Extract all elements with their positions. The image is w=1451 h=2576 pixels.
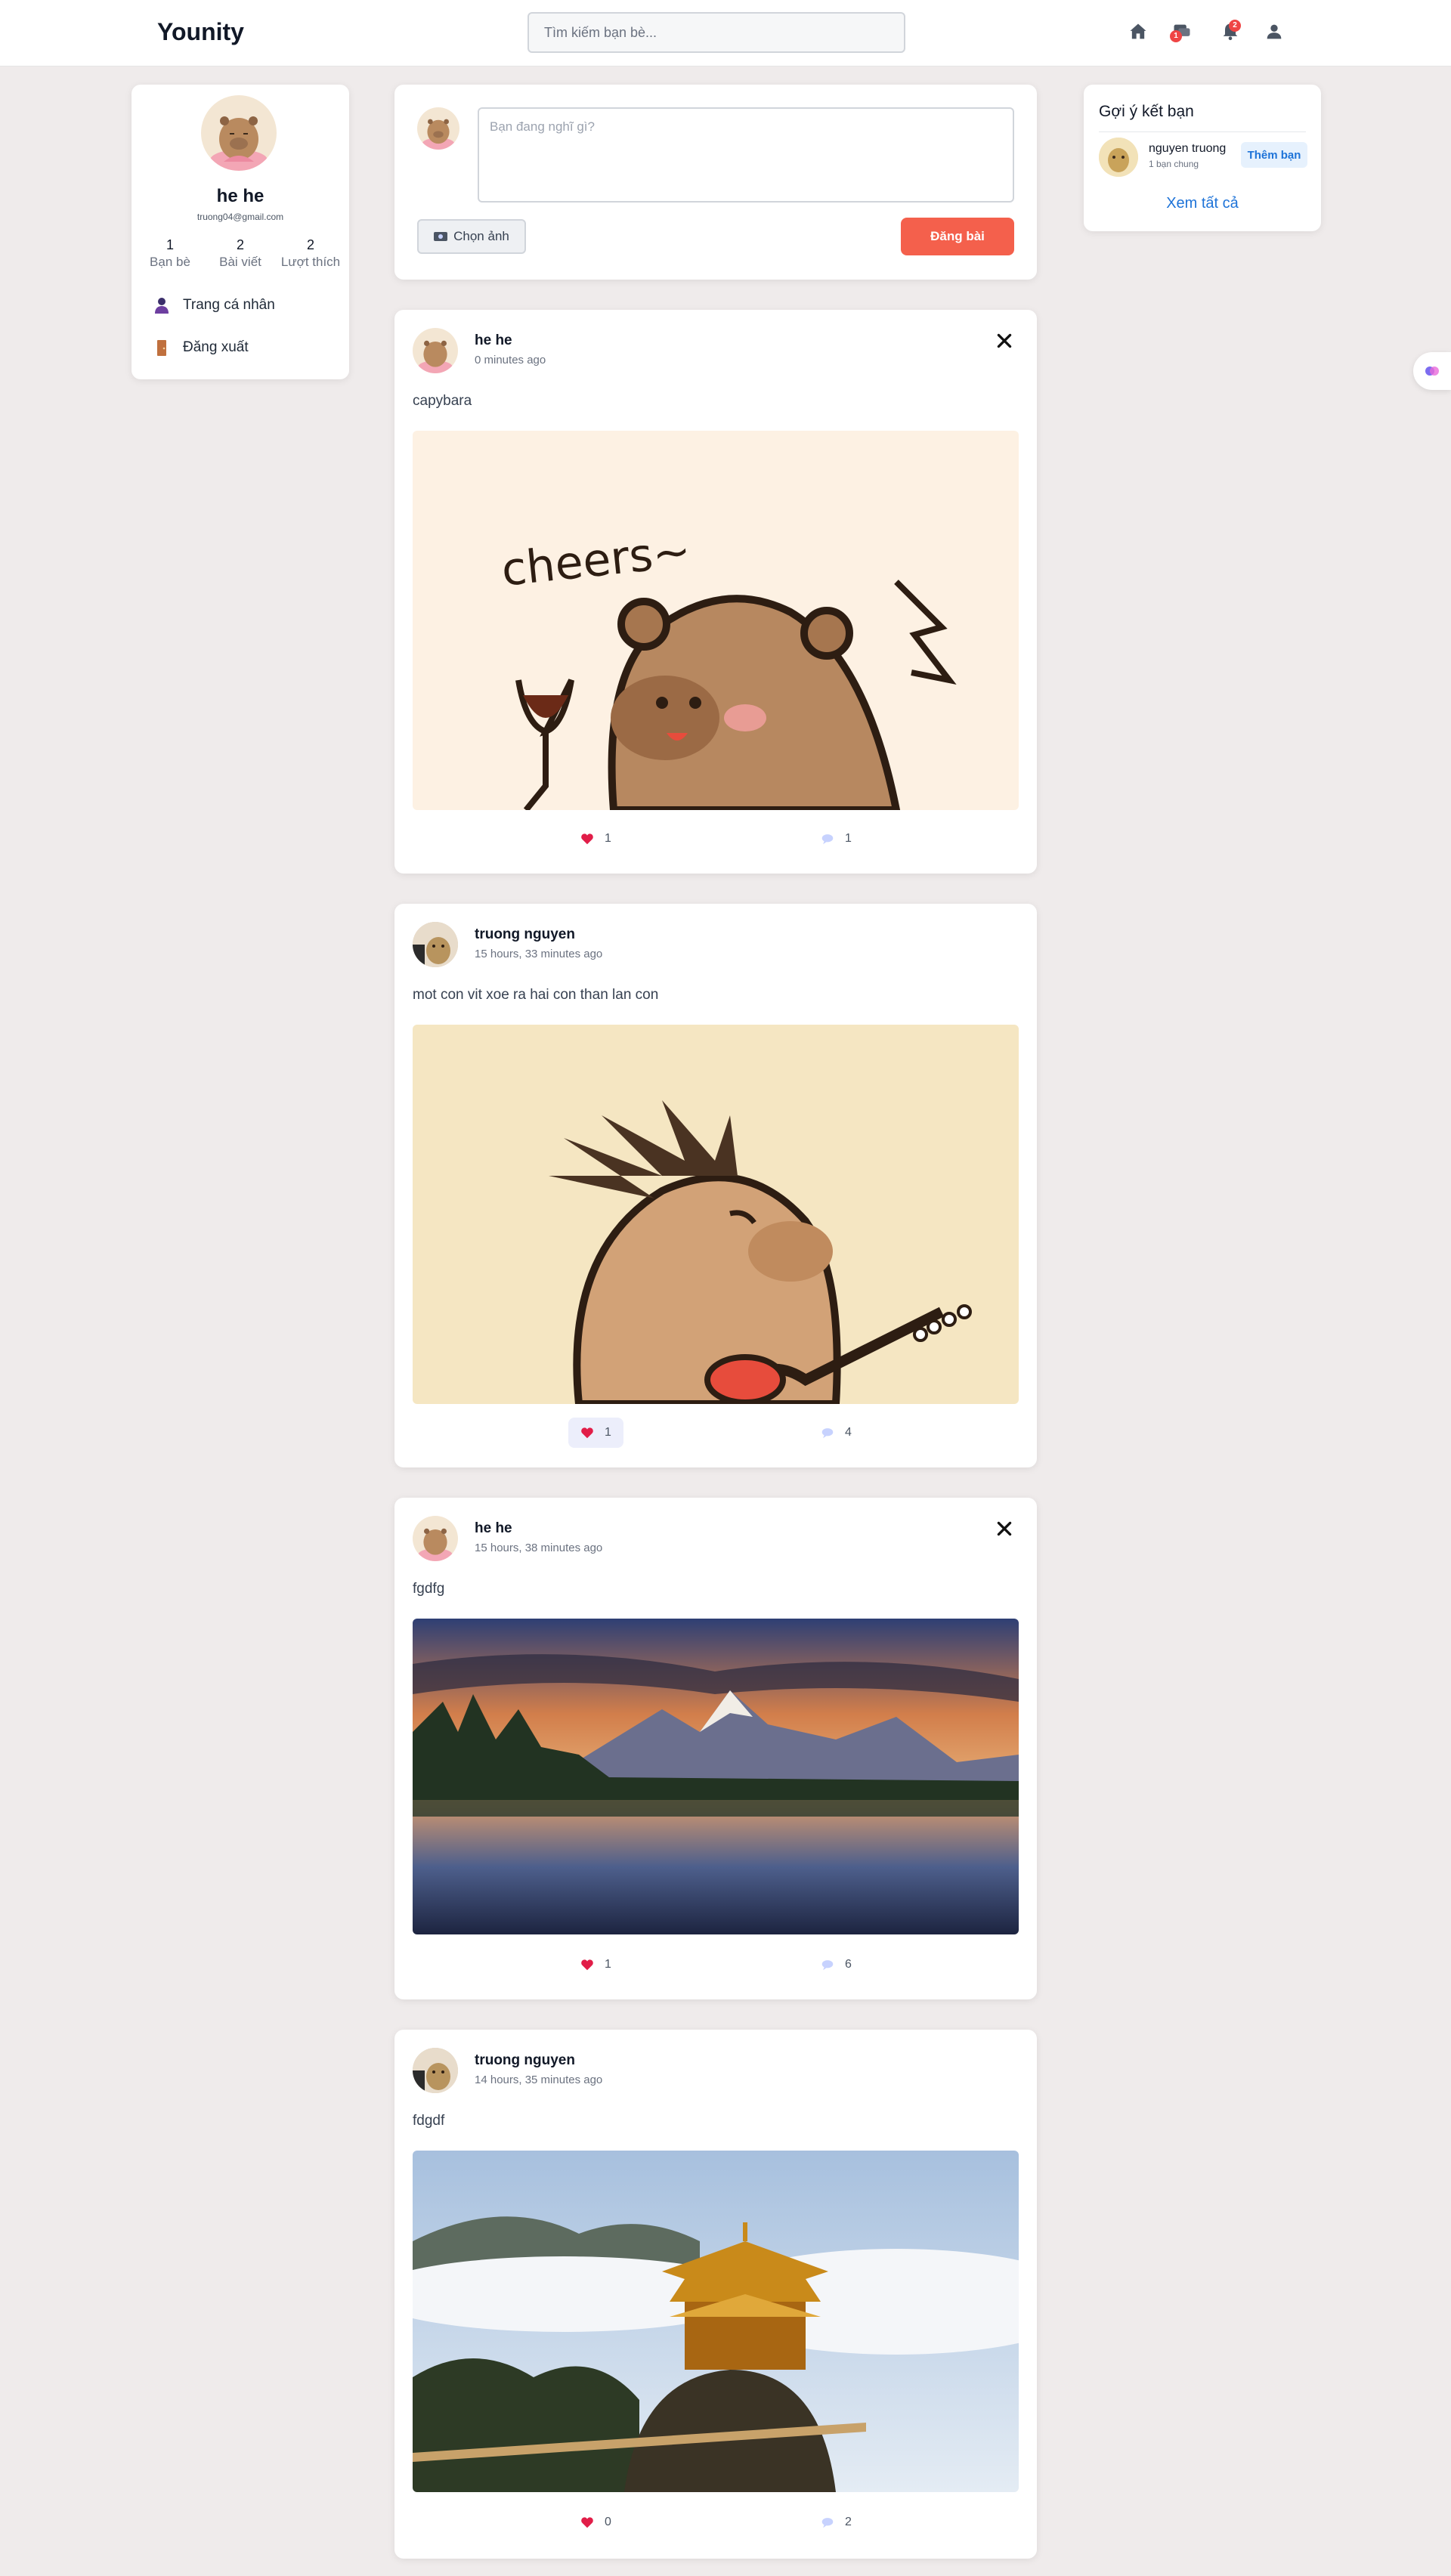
stat-label: Bài viết [219,255,261,269]
post-composer: Chọn ảnh Đăng bài [394,85,1037,280]
post-image[interactable] [413,1025,1019,1404]
logout-door-icon [153,339,171,357]
comment-bubble-icon [821,833,834,845]
post-author-avatar[interactable] [413,922,458,967]
home-icon[interactable] [1128,21,1149,42]
post-time: 0 minutes ago [475,354,546,366]
close-icon[interactable] [995,1519,1014,1538]
heart-icon [580,1427,594,1439]
choose-image-button[interactable]: Chọn ảnh [417,219,526,254]
stat-value: 2 [306,237,314,252]
extension-icon [1424,363,1440,379]
heart-icon [580,2516,594,2528]
comment-count: 6 [845,1958,852,1971]
stat-value: 1 [166,237,174,252]
like-button[interactable]: 1 [568,1950,623,1980]
like-button[interactable]: 1 [568,1418,623,1448]
post-author-avatar[interactable] [413,1516,458,1561]
like-count: 1 [605,1958,611,1971]
post-author[interactable]: truong nguyen [475,926,575,943]
composer-avatar [417,107,459,150]
post-image[interactable] [413,2151,1019,2492]
post-text: fgdfg [413,1581,445,1597]
post-card: he he 15 hours, 38 minutes ago fgdfg 1 6 [394,1498,1037,1999]
stat-value: 2 [236,237,244,252]
post-author[interactable]: he he [475,332,512,349]
comment-count: 2 [845,2516,852,2528]
like-count: 1 [605,832,611,845]
close-icon[interactable] [995,331,1014,351]
menu-label: Trang cá nhân [183,297,275,313]
profile-name: he he [216,186,265,206]
choose-image-label: Chọn ảnh [453,229,509,243]
account-icon[interactable] [1264,21,1285,42]
post-author-avatar[interactable] [413,2048,458,2093]
friend-suggestions-card: Gợi ý kết bạn nguyen truong 1 bạn chung … [1084,85,1321,231]
photo-icon [434,231,448,242]
submit-post-button[interactable]: Đăng bài [901,218,1014,255]
messages-badge: 1 [1170,30,1182,42]
post-text: mot con vit xoe ra hai con than lan con [413,987,659,1003]
profile-avatar[interactable] [201,95,277,171]
profile-card: he he truong04@gmail.com 1 Bạn bè 2 Bài … [131,85,349,379]
comment-count: 1 [845,832,852,845]
post-card: he he 0 minutes ago capybara cheers~ 1 1 [394,310,1037,874]
friend-search-input[interactable] [527,12,905,53]
comment-bubble-icon [821,1427,834,1439]
stat-label: Bạn bè [150,255,190,269]
like-count: 0 [605,2516,611,2528]
post-author-avatar[interactable] [413,328,458,373]
divider [1099,131,1306,132]
app-logo[interactable]: Younity [157,18,244,46]
comment-count: 4 [845,1426,852,1439]
heart-icon [580,1959,594,1971]
post-time: 14 hours, 35 minutes ago [475,2073,603,2086]
post-time: 15 hours, 33 minutes ago [475,948,603,960]
stat-likes: 2 Lượt thích [274,237,347,270]
like-count: 1 [605,1426,611,1439]
menu-profile-page[interactable]: Trang cá nhân [153,293,275,317]
post-author[interactable]: he he [475,1520,512,1537]
post-image[interactable] [413,1619,1019,1934]
like-button[interactable]: 1 [568,824,623,854]
add-friend-button[interactable]: Thêm bạn [1241,142,1307,168]
post-card: truong nguyen 15 hours, 33 minutes ago m… [394,904,1037,1467]
floating-widget[interactable] [1413,352,1451,390]
post-time: 15 hours, 38 minutes ago [475,1542,603,1554]
see-all-link[interactable]: Xem tất cả [1084,195,1321,212]
post-image[interactable]: cheers~ [413,431,1019,810]
like-button[interactable]: 0 [568,2507,623,2537]
profile-email: truong04@gmail.com [196,212,284,222]
comment-button[interactable]: 2 [809,2507,864,2537]
comment-button[interactable]: 6 [809,1950,864,1980]
post-content-input[interactable] [478,107,1014,203]
menu-label: Đăng xuất [183,339,249,355]
stat-posts: 2 Bài viết [204,237,277,270]
notifications-badge: 2 [1229,20,1241,32]
notifications-bell-icon[interactable]: 2 [1220,20,1241,42]
post-text: capybara [413,393,472,409]
heart-icon [580,833,594,845]
suggestion-mutual: 1 bạn chung [1149,159,1199,169]
messages-icon[interactable]: 1 [1170,21,1193,42]
top-navbar: Younity 1 2 [0,0,1451,66]
suggestions-title: Gợi ý kết bạn [1099,103,1194,120]
post-text: fdgdf [413,2113,445,2129]
suggestion-name[interactable]: nguyen truong [1149,142,1226,156]
post-author[interactable]: truong nguyen [475,2052,575,2069]
post-card: truong nguyen 14 hours, 35 minutes ago f… [394,2030,1037,2559]
comment-bubble-icon [821,1959,834,1971]
user-icon [153,296,171,314]
comment-bubble-icon [821,2516,834,2528]
stat-friends: 1 Bạn bè [134,237,206,270]
comment-button[interactable]: 1 [809,824,864,854]
suggestion-avatar[interactable] [1099,138,1138,177]
menu-logout[interactable]: Đăng xuất [153,336,249,360]
comment-button[interactable]: 4 [809,1418,864,1448]
stat-label: Lượt thích [280,255,341,269]
